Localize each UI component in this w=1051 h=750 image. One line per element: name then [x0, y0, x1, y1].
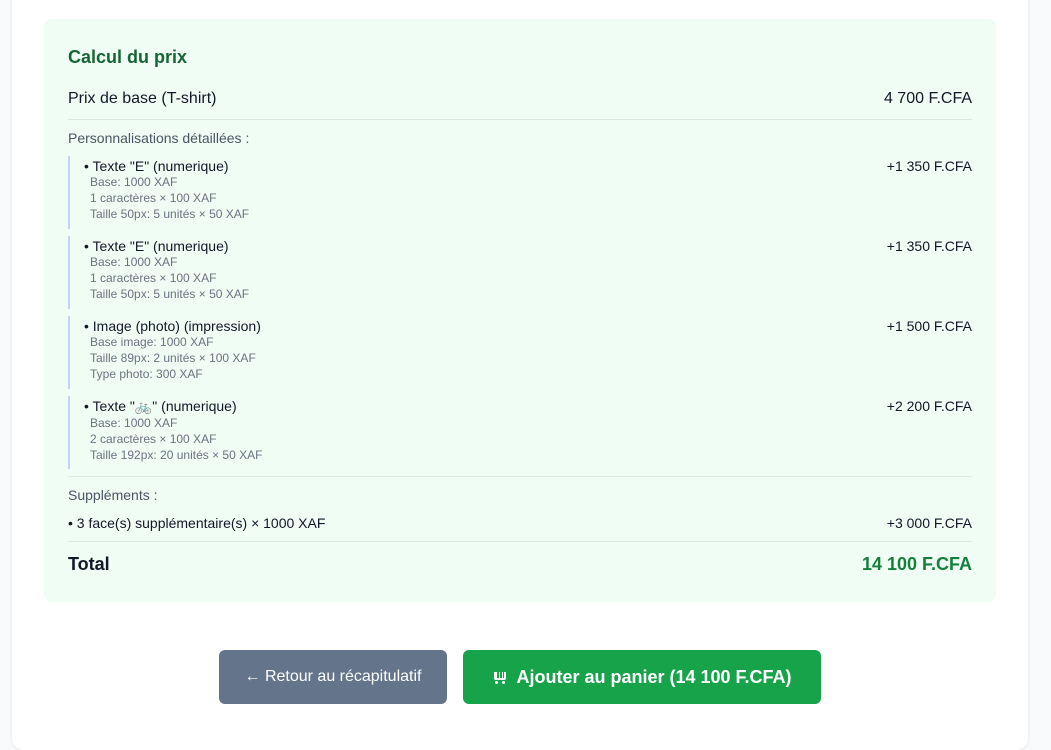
customization-detail: Taille 50px: 5 unités × 50 XAF [90, 207, 250, 221]
back-button-label: ← Retour au récapitulatif [244, 668, 422, 685]
customization-detail: Base: 1000 XAF [90, 175, 178, 189]
customizations-label: Personnalisations détaillées : [68, 130, 250, 146]
customization-detail: Base image: 1000 XAF [90, 335, 214, 349]
customization-detail: Taille 50px: 5 unités × 50 XAF [90, 287, 250, 301]
customization-amount: +1 350 F.CFA [886, 158, 972, 174]
back-to-summary-button[interactable]: ← Retour au récapitulatif [219, 650, 447, 704]
extras-label: Suppléments : [68, 487, 158, 503]
customization-detail: 1 caractères × 100 XAF [90, 191, 217, 205]
customization-detail: Type photo: 300 XAF [90, 367, 203, 381]
customization-amount: +2 200 F.CFA [886, 398, 972, 414]
customization-title: • Texte "🚲" (numerique) [84, 398, 237, 414]
panel-title: Calcul du prix [68, 47, 188, 67]
base-price-label: Prix de base (T-shirt) [68, 90, 217, 107]
customization-item: • Texte "E" (numerique) +1 350 F.CFA Bas… [68, 236, 972, 309]
cart-icon [492, 670, 508, 684]
customization-detail: Taille 89px: 2 unités × 100 XAF [90, 351, 256, 365]
add-to-cart-label: Ajouter au panier (14 100 F.CFA) [516, 666, 792, 687]
total-label: Total [68, 554, 110, 574]
base-price-amount: 4 700 F.CFA [883, 90, 972, 107]
divider [68, 541, 972, 542]
divider [68, 476, 972, 477]
base-price-row: Prix de base (T-shirt) 4 700 F.CFA [68, 90, 972, 120]
customization-detail: Base: 1000 XAF [90, 255, 178, 269]
customization-amount: +1 500 F.CFA [886, 318, 972, 334]
extras-row: • 3 face(s) supplémentaire(s) × 1000 XAF… [68, 515, 972, 531]
extras-item-amount: +3 000 F.CFA [886, 515, 972, 531]
customization-item: • Texte "E" (numerique) +1 350 F.CFA Bas… [68, 156, 972, 229]
customization-title: • Image (photo) (impression) [84, 318, 261, 334]
customization-detail: Base: 1000 XAF [90, 416, 178, 430]
customization-detail: 2 caractères × 100 XAF [90, 432, 217, 446]
add-to-cart-button[interactable]: Ajouter au panier (14 100 F.CFA) [463, 650, 821, 704]
price-calculation-panel: Calcul du prix Prix de base (T-shirt) 4 … [44, 19, 996, 602]
customization-detail: Taille 192px: 20 unités × 50 XAF [90, 448, 263, 462]
total-row: Total 14 100 F.CFA [68, 554, 972, 575]
customization-detail: 1 caractères × 100 XAF [90, 271, 217, 285]
customization-item: • Image (photo) (impression) +1 500 F.CF… [68, 316, 972, 389]
customization-amount: +1 350 F.CFA [886, 238, 972, 254]
total-amount: 14 100 F.CFA [861, 554, 972, 574]
customization-title: • Texte "E" (numerique) [84, 238, 229, 254]
extras-item-label: • 3 face(s) supplémentaire(s) × 1000 XAF [68, 515, 326, 531]
customization-title: • Texte "E" (numerique) [84, 158, 229, 174]
customization-item: • Texte "🚲" (numerique) +2 200 F.CFA Bas… [68, 396, 972, 469]
